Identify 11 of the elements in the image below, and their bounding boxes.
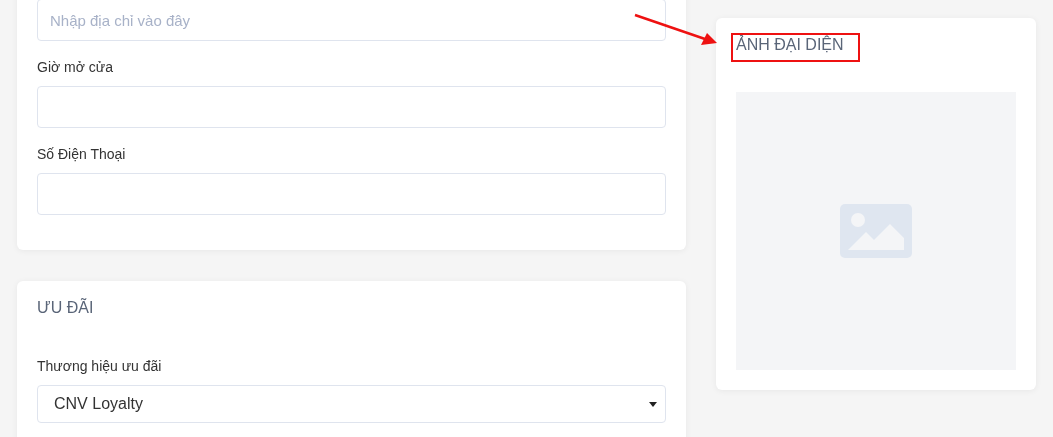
field-label: Giờ mở cửa [37,58,114,76]
brand-select[interactable]: CNV Loyalty [37,385,666,423]
address-field[interactable]: Nhập địa chỉ vào đây [37,0,666,41]
input-field[interactable] [37,86,666,128]
section-title: ƯU ĐÃI [37,298,95,318]
image-placeholder[interactable] [736,92,1016,370]
field-label: Số Điện Thoại [37,145,127,163]
input-field[interactable] [37,173,666,215]
section-title: ẢNH ĐẠI DIỆN [736,35,845,55]
field-label: Thương hiệu ưu đãi [37,357,163,375]
caret-icon [649,401,657,407]
